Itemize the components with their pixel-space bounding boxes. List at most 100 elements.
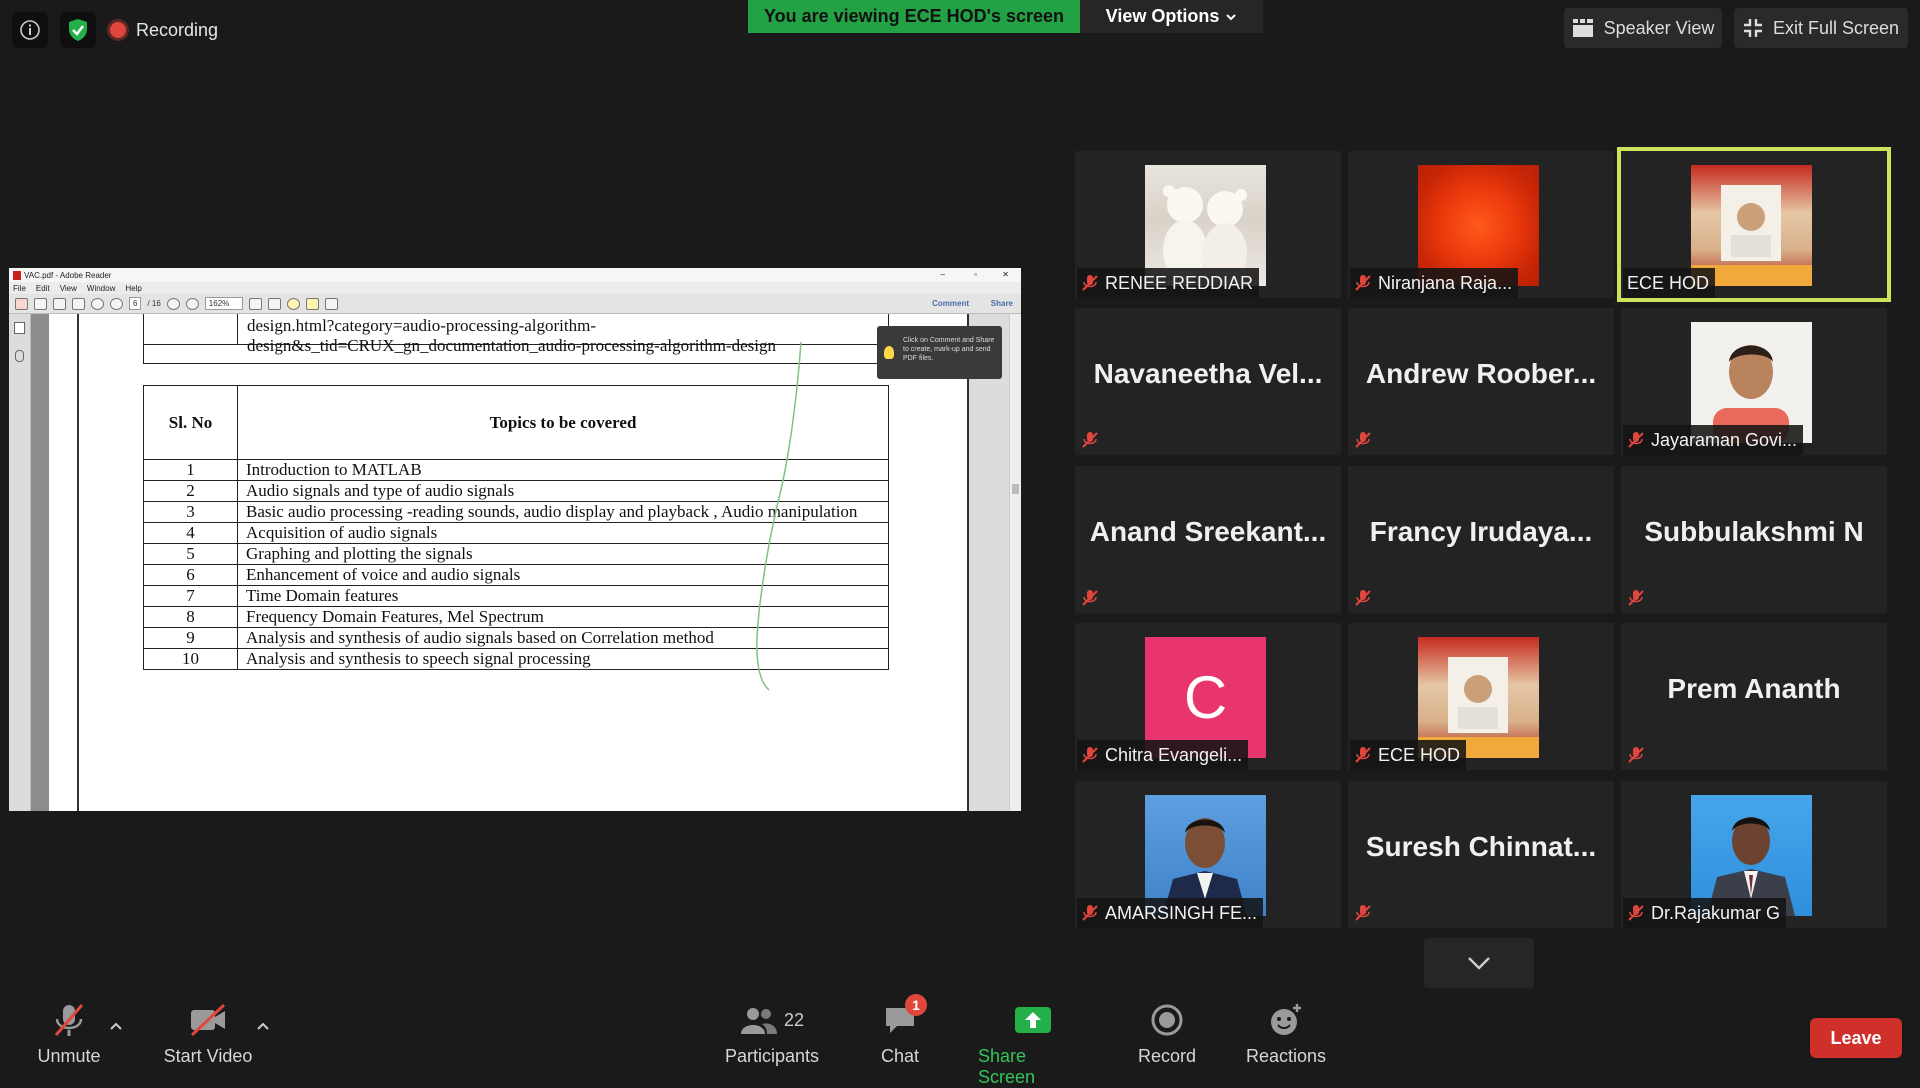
- pages-panel-icon[interactable]: [14, 322, 25, 334]
- video-tile[interactable]: AMARSINGH FE...: [1075, 781, 1341, 928]
- participant-name: AMARSINGH FE...: [1105, 902, 1258, 923]
- menu-edit[interactable]: Edit: [36, 284, 50, 293]
- recording-indicator[interactable]: Recording: [110, 14, 218, 46]
- comment-share-tooltip: Click on Comment and Share to create, ma…: [877, 326, 1002, 379]
- lightbulb-icon: [884, 346, 894, 359]
- chevron-down-icon: [1226, 13, 1237, 20]
- comment-pane-button[interactable]: Comment: [932, 299, 969, 308]
- participant-name-label: Chitra Evangeli...: [1077, 740, 1249, 770]
- meeting-info-button[interactable]: [12, 12, 48, 48]
- exit-full-label: Exit Full Screen: [1772, 17, 1900, 38]
- email-icon[interactable]: [72, 297, 85, 310]
- record-button[interactable]: Record: [1136, 1000, 1198, 1067]
- speaker-view-button[interactable]: Speaker View: [1564, 8, 1722, 48]
- video-tile[interactable]: Subbulakshmi N: [1621, 466, 1887, 613]
- reader-navigation-pane: [9, 314, 31, 811]
- window-close-icon[interactable]: ✕: [1002, 270, 1009, 279]
- page-down-icon[interactable]: [110, 297, 123, 310]
- chat-button[interactable]: 1 Chat: [870, 994, 930, 1067]
- menu-file[interactable]: File: [13, 284, 26, 293]
- viewing-banner: You are viewing ECE HOD's screen: [748, 0, 1080, 33]
- video-tile[interactable]: ECE HOD: [1348, 623, 1614, 770]
- video-options-caret-icon[interactable]: [255, 1018, 271, 1034]
- record-dot-icon: [110, 22, 126, 38]
- create-pdf-icon[interactable]: [15, 297, 28, 310]
- participants-label: Participants: [724, 1046, 820, 1066]
- window-minimize-icon[interactable]: –: [941, 270, 945, 279]
- row-number: 2: [143, 480, 238, 502]
- video-tile[interactable]: Andrew Roober...: [1348, 308, 1614, 455]
- participant-display-name: Subbulakshmi N: [1644, 516, 1864, 547]
- scroll-thumb[interactable]: [1012, 484, 1019, 494]
- unmute-button[interactable]: Unmute: [30, 1000, 108, 1067]
- participant-display-name: Francy Irudaya...: [1369, 516, 1593, 547]
- video-tile[interactable]: Prem Ananth: [1621, 623, 1887, 770]
- exit-full-screen-button[interactable]: Exit Full Screen: [1734, 8, 1908, 48]
- start-video-button[interactable]: Start Video: [160, 1000, 256, 1067]
- mic-muted-icon: [1082, 905, 1098, 921]
- share-pane-button[interactable]: Share: [991, 299, 1013, 308]
- page-number-field[interactable]: 6: [129, 297, 142, 310]
- video-tile[interactable]: Niranjana Raja...: [1348, 151, 1614, 298]
- participants-button[interactable]: 22 Participants: [720, 1000, 824, 1067]
- menu-help[interactable]: Help: [125, 284, 141, 293]
- mic-muted-icon: [1628, 747, 1644, 763]
- reader-menu-bar: File Edit View Window Help: [9, 282, 1021, 294]
- save-icon[interactable]: [34, 297, 47, 310]
- participants-icon: 22: [740, 1000, 804, 1040]
- share-screen-button[interactable]: Share Screen: [978, 1000, 1088, 1088]
- participant-display-name: Suresh Chinnat...: [1365, 831, 1597, 862]
- participant-name-label: [1623, 583, 1651, 613]
- audio-options-caret-icon[interactable]: [108, 1018, 124, 1034]
- video-tile[interactable]: C Chitra Evangeli...: [1075, 623, 1341, 770]
- video-tile[interactable]: Francy Irudaya...: [1348, 466, 1614, 613]
- menu-view[interactable]: View: [60, 284, 77, 293]
- view-options-button[interactable]: View Options: [1080, 0, 1263, 33]
- video-tile[interactable]: Anand Sreekant...: [1075, 466, 1341, 613]
- start-video-label: Start Video: [163, 1046, 253, 1066]
- zoom-in-icon[interactable]: [185, 297, 199, 310]
- reactions-button[interactable]: Reactions: [1244, 1000, 1328, 1067]
- zoom-out-icon[interactable]: [166, 297, 180, 310]
- participant-name: ECE HOD: [1627, 272, 1710, 293]
- mic-muted-icon: [1082, 275, 1098, 291]
- video-off-icon: [188, 1000, 228, 1040]
- zoom-field[interactable]: 162%: [204, 297, 243, 310]
- window-maximize-icon[interactable]: ▫: [974, 270, 977, 279]
- highlight-icon[interactable]: [305, 297, 319, 310]
- attachments-icon[interactable]: [15, 350, 24, 362]
- reader-scrollbar[interactable]: [1009, 314, 1021, 811]
- video-tile[interactable]: Navaneetha Vel...: [1075, 308, 1341, 455]
- video-tile[interactable]: Suresh Chinnat...: [1348, 781, 1614, 928]
- video-tile[interactable]: Jayaraman Govi...: [1621, 308, 1887, 455]
- fit-page-icon[interactable]: [248, 297, 262, 310]
- leave-button[interactable]: Leave: [1810, 1018, 1902, 1058]
- menu-window[interactable]: Window: [87, 284, 115, 293]
- mic-muted-icon: [1355, 432, 1371, 448]
- record-icon: [1150, 1000, 1184, 1040]
- mic-muted-icon: [1082, 590, 1098, 606]
- print-icon[interactable]: [53, 297, 66, 310]
- fit-width-icon[interactable]: [267, 297, 281, 310]
- chevron-down-icon: [1468, 957, 1490, 970]
- header-sl-no: Sl. No: [143, 385, 238, 460]
- row-number: 1: [143, 459, 238, 481]
- next-page-gallery-button[interactable]: [1424, 938, 1534, 988]
- reader-toolbar: 6 / 16 162% Comment Share: [9, 294, 1021, 314]
- participant-name-label: Niranjana Raja...: [1350, 268, 1519, 298]
- video-tile[interactable]: Dr.Rajakumar G: [1621, 781, 1887, 928]
- participant-name: RENEE REDDIAR: [1105, 272, 1254, 293]
- chat-icon: 1: [883, 994, 927, 1040]
- video-tile-active-speaker[interactable]: ECE HOD: [1617, 147, 1891, 302]
- comment-bubble-icon[interactable]: [286, 297, 300, 310]
- link-cell-divider: [237, 314, 238, 344]
- participant-name: ECE HOD: [1378, 744, 1461, 765]
- expand-icon[interactable]: [324, 297, 338, 310]
- security-button[interactable]: [60, 12, 96, 48]
- mic-muted-icon: [1628, 905, 1644, 921]
- link-line-2: design&s_tid=CRUX_gn_documentation_audio…: [247, 336, 776, 355]
- row-number: 6: [143, 564, 238, 586]
- page-up-icon[interactable]: [91, 297, 104, 310]
- chat-label: Chat: [880, 1046, 920, 1066]
- video-tile[interactable]: RENEE REDDIAR: [1075, 151, 1341, 298]
